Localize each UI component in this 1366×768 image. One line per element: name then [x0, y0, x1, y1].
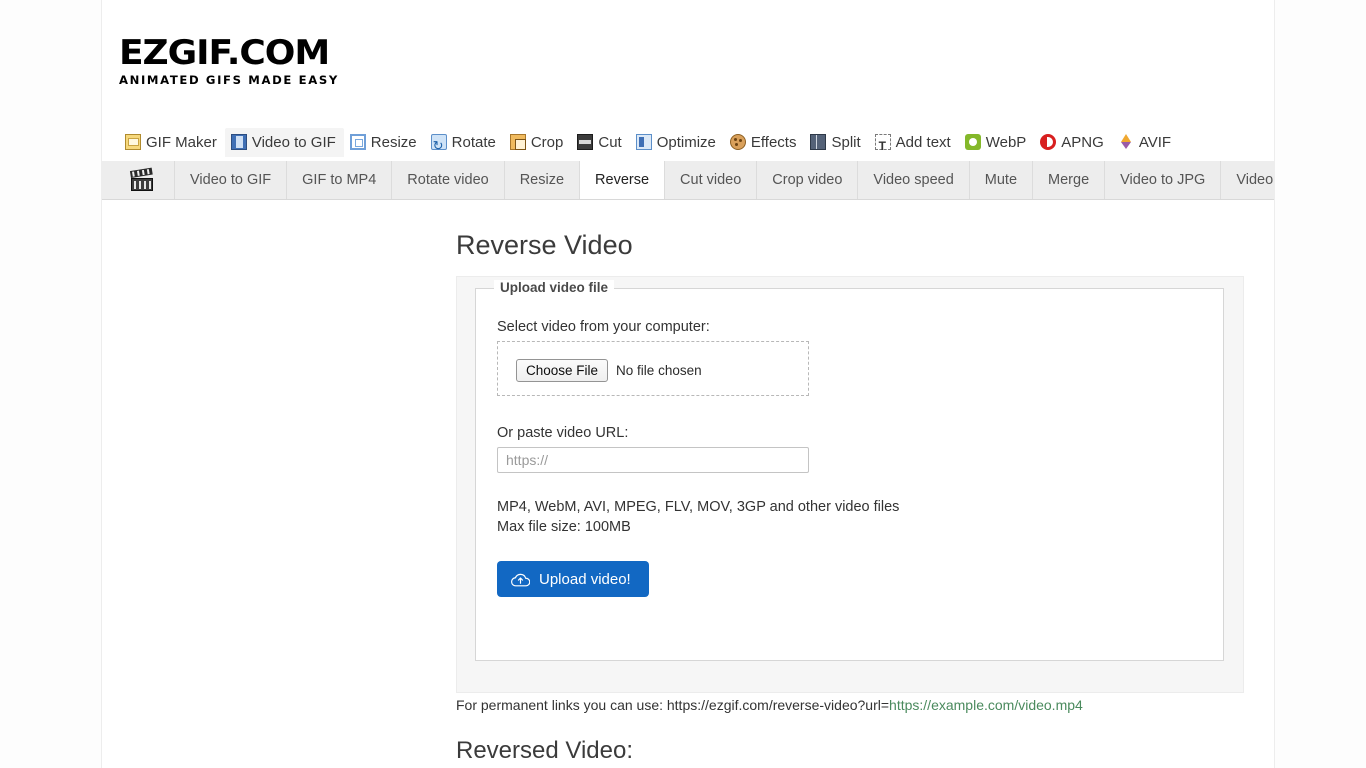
- sub-nav-item-merge[interactable]: Merge: [1033, 161, 1106, 199]
- file-select-label: Select video from your computer:: [497, 319, 710, 335]
- permanent-links-prefix: For permanent links you can use: https:/…: [456, 697, 890, 713]
- sub-nav-item-video-to-png[interactable]: Video to PNG: [1221, 161, 1274, 199]
- page-outer-margin-left: [0, 0, 101, 768]
- main-nav-item-cut[interactable]: Cut: [571, 128, 629, 157]
- main-navigation: GIF Maker Video to GIF Resize Rotate Crop Cut…: [119, 128, 1259, 161]
- page-title: Reverse Video: [456, 230, 633, 260]
- rotate-icon: [430, 131, 447, 160]
- main-nav-item-add-text[interactable]: Add text: [869, 128, 959, 161]
- main-nav-item-gif-maker[interactable]: GIF Maker: [119, 128, 225, 157]
- split-icon: [810, 134, 827, 150]
- video-to-gif-icon: [230, 134, 247, 150]
- upload-fieldset-legend: Upload video file: [494, 280, 615, 295]
- sub-nav-item-video-speed[interactable]: Video speed: [858, 161, 970, 199]
- sub-nav-item-video-to-jpg[interactable]: Video to JPG: [1105, 161, 1222, 199]
- sub-nav-item-cut-video[interactable]: Cut video: [665, 161, 758, 199]
- apng-icon: [1040, 134, 1057, 150]
- add-text-icon: [874, 132, 891, 161]
- main-nav-item-optimize[interactable]: Optimize: [630, 128, 724, 157]
- main-nav-item-rotate[interactable]: Rotate: [425, 128, 504, 160]
- file-status-text: No file chosen: [616, 363, 702, 378]
- main-nav-item-label: Effects: [750, 134, 797, 151]
- upload-panel: Upload video file Select video from your…: [456, 276, 1244, 693]
- logo-wordmark: EZGIF.COM: [119, 33, 330, 73]
- main-nav-item-resize[interactable]: Resize: [344, 128, 425, 157]
- cloud-upload-icon: [511, 573, 530, 586]
- sub-nav-item-mute[interactable]: Mute: [970, 161, 1034, 199]
- sub-nav-item-video-to-gif[interactable]: Video to GIF: [175, 161, 288, 199]
- main-nav-item-label: Rotate: [451, 134, 496, 151]
- sub-nav-item-resize[interactable]: Resize: [505, 161, 581, 199]
- main-nav-item-label: Crop: [530, 134, 564, 151]
- upload-video-button[interactable]: Upload video!: [497, 561, 649, 597]
- main-nav-item-effects[interactable]: Effects: [724, 128, 805, 157]
- sub-nav-item-gif-to-mp4[interactable]: GIF to MP4: [287, 161, 393, 199]
- sub-nav-item-reverse[interactable]: Reverse: [580, 161, 666, 199]
- main-nav-item-label: APNG: [1061, 134, 1104, 151]
- upload-video-button-label: Upload video!: [539, 570, 631, 588]
- resize-icon: [349, 134, 366, 150]
- main-nav-item-label: Add text: [895, 134, 951, 151]
- site-logo[interactable]: EZGIF.COM ANIMATED GIFS MADE EASY: [119, 36, 337, 87]
- choose-file-button[interactable]: Choose File: [516, 359, 609, 382]
- video-url-label: Or paste video URL:: [497, 425, 629, 441]
- main-nav-item-label: Optimize: [656, 134, 716, 151]
- sub-navigation: Video to GIF GIF to MP4 Rotate video Resize…: [102, 161, 1274, 200]
- main-nav-item-label: Split: [831, 134, 861, 151]
- main-nav-item-webp[interactable]: WebP: [959, 128, 1035, 157]
- supported-formats-text: MP4, WebM, AVI, MPEG, FLV, MOV, 3GP and …: [497, 499, 900, 515]
- logo-tagline: ANIMATED GIFS MADE EASY: [119, 73, 339, 87]
- avif-icon: [1118, 134, 1134, 150]
- gif-maker-icon: [125, 134, 141, 150]
- sub-nav-item-crop-video[interactable]: Crop video: [757, 161, 859, 199]
- page-outer-margin-right: [1275, 0, 1366, 768]
- main-nav-item-split[interactable]: Split: [804, 128, 868, 157]
- main-nav-item-label: Resize: [370, 134, 417, 151]
- crop-icon: [509, 134, 526, 150]
- main-nav-item-label: Video to GIF: [251, 134, 336, 151]
- file-dropzone[interactable]: Choose File No file chosen: [497, 341, 809, 396]
- main-nav-item-label: AVIF: [1138, 134, 1172, 151]
- main-nav-item-crop[interactable]: Crop: [504, 128, 572, 157]
- main-nav-item-label: GIF Maker: [146, 134, 217, 151]
- page-container: EZGIF.COM ANIMATED GIFS MADE EASY GIF Ma…: [101, 0, 1275, 768]
- upload-fieldset: Upload video file Select video from your…: [475, 280, 1224, 661]
- permanent-links-note: For permanent links you can use: https:/…: [456, 697, 1083, 713]
- main-nav-item-apng[interactable]: APNG: [1034, 128, 1112, 157]
- sub-nav-item-rotate-video[interactable]: Rotate video: [392, 161, 505, 199]
- max-file-size-text: Max file size: 100MB: [497, 519, 631, 535]
- main-nav-item-video-to-gif[interactable]: Video to GIF: [224, 128, 344, 157]
- permanent-links-example-url: https://example.com/video.mp4: [889, 697, 1083, 713]
- main-nav-item-label: Cut: [598, 134, 622, 151]
- effects-icon: [729, 134, 746, 150]
- result-section-title: Reversed Video:: [456, 737, 633, 764]
- cut-icon: [577, 134, 594, 150]
- video-url-input[interactable]: [497, 447, 809, 473]
- main-nav-item-label: WebP: [985, 134, 1027, 151]
- optimize-icon: [635, 134, 652, 150]
- clapperboard-icon: [109, 161, 175, 199]
- webp-icon: [964, 134, 981, 150]
- main-nav-item-avif[interactable]: AVIF: [1112, 128, 1179, 157]
